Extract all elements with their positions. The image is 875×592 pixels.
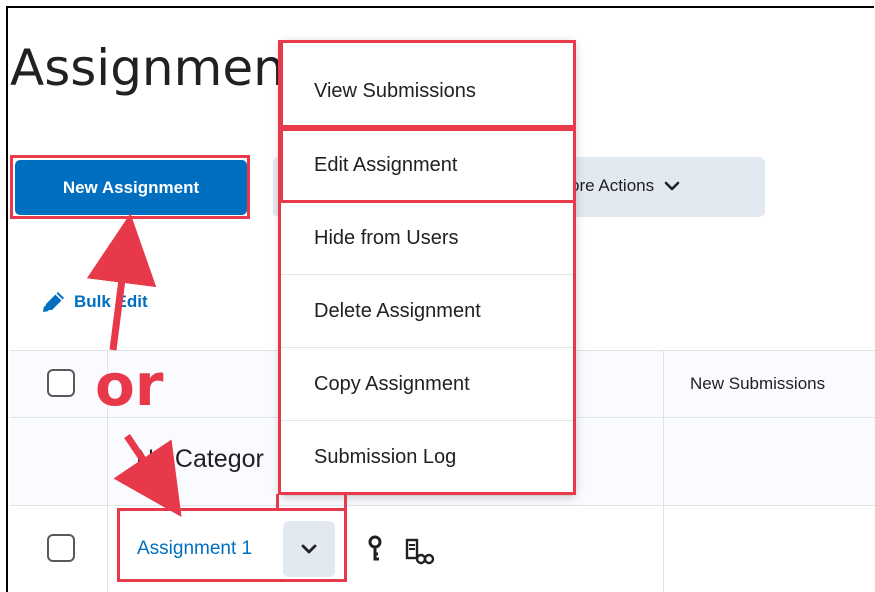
select-all-checkbox[interactable] — [47, 369, 75, 397]
row-checkbox[interactable] — [47, 534, 75, 562]
edit-assignment-highlight — [280, 128, 576, 203]
more-actions-label[interactable]: ore Actions — [570, 176, 680, 196]
header-new-submissions: New Submissions — [690, 374, 826, 393]
bulk-edit-label: Bulk Edit — [74, 292, 148, 311]
bulk-edit-link[interactable]: Bulk Edit — [40, 290, 148, 314]
new-assignment-highlight — [10, 155, 250, 219]
or-annotation: or — [95, 351, 164, 419]
key-icon — [368, 535, 382, 561]
column-divider — [663, 350, 664, 592]
highlight-connector — [344, 494, 347, 510]
more-actions-text: ore Actions — [570, 176, 655, 195]
pencil-icon — [43, 292, 64, 312]
rubric-icon — [405, 538, 435, 565]
category-label: No Categor — [136, 445, 264, 473]
view-submissions-highlight — [280, 40, 576, 128]
chevron-down-icon — [664, 181, 680, 191]
highlight-connector — [276, 494, 279, 510]
assignment-row-highlight — [117, 508, 347, 582]
